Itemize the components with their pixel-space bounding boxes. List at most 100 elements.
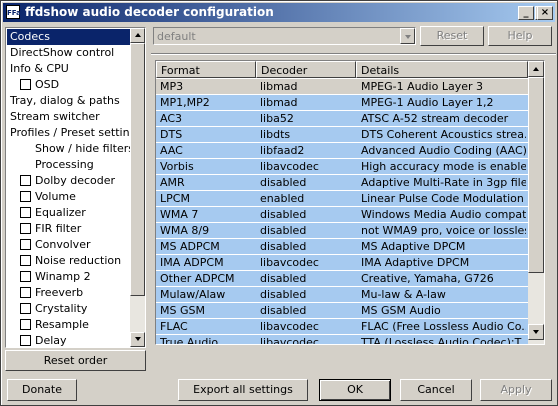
table-row[interactable]: FLAC libavcodec FLAC (Free Lossless Audio …: [156, 319, 528, 334]
table-row[interactable]: MP3 libmad MPEG-1 Audio Layer 3: [156, 79, 528, 94]
cell-format: IMA ADPCM: [160, 256, 224, 269]
scroll-thumb[interactable]: [528, 77, 544, 273]
sidebar-item-directshow-control[interactable]: DirectShow control: [10, 45, 114, 61]
codec-list[interactable]: Format Decoder Details MP3 libmad MPEG-1 A…: [155, 60, 545, 345]
sidebar-item-label: Codecs: [10, 30, 50, 43]
freeverb-checkbox[interactable]: [20, 287, 31, 298]
sidebar-item-equalizer[interactable]: Equalizer: [20, 205, 86, 221]
delay-checkbox[interactable]: [20, 335, 31, 346]
preset-reset-button[interactable]: Reset: [420, 26, 484, 46]
sidebar-item-label: DirectShow control: [10, 46, 115, 59]
sidebar-item-noise-reduction[interactable]: Noise reduction: [20, 253, 121, 269]
cell-decoder: libavcodec: [260, 336, 319, 345]
table-row[interactable]: MS ADPCM disabled MS Adaptive DPCM: [156, 239, 528, 254]
cell-details: FLAC (Free Lossless Audio Co...: [361, 320, 526, 333]
sidebar-item-codecs[interactable]: Codecs: [7, 29, 134, 45]
table-row[interactable]: IMA ADPCM libavcodec IMA Adaptive DPCM: [156, 255, 528, 270]
preset-select[interactable]: default: [153, 27, 416, 45]
sidebar-item-tray-dialog-paths[interactable]: Tray, dialog & paths: [10, 93, 120, 109]
sidebar-item-profiles-preset-settings[interactable]: Profiles / Preset settings: [10, 125, 142, 141]
sidebar-item-label: Freeverb: [35, 286, 84, 299]
cell-decoder: disabled: [260, 240, 307, 253]
app-icon: FFa: [6, 5, 21, 19]
scroll-up-button[interactable]: [528, 61, 544, 77]
noise-reduction-checkbox[interactable]: [20, 255, 31, 266]
table-row[interactable]: WMA 8/9 disabled not WMA9 pro, voice or lo…: [156, 223, 528, 238]
convolver-checkbox[interactable]: [20, 239, 31, 250]
sidebar-item-processing[interactable]: Processing: [35, 157, 94, 173]
scroll-down-button[interactable]: [528, 324, 544, 340]
apply-button[interactable]: Apply: [480, 379, 552, 401]
close-button[interactable]: ×: [537, 6, 553, 20]
arrow-up-icon: [533, 67, 539, 71]
volume-checkbox[interactable]: [20, 191, 31, 202]
table-row[interactable]: LPCM enabled Linear Pulse Code Modulation: [156, 191, 528, 206]
sidebar-item-info-cpu[interactable]: Info & CPU: [10, 61, 69, 77]
table-row[interactable]: Other ADPCM disabled Creative, Yamaha, G72…: [156, 271, 528, 286]
sidebar-item-dolby-decoder[interactable]: Dolby decoder: [20, 173, 115, 189]
sidebar-item-crystality[interactable]: Crystality: [20, 301, 87, 317]
cell-decoder: libmad: [260, 96, 298, 109]
table-row[interactable]: WMA 7 disabled Windows Media Audio compati…: [156, 207, 528, 222]
table-row[interactable]: MS GSM disabled MS GSM Audio: [156, 303, 528, 318]
scroll-down-button[interactable]: [130, 332, 145, 347]
cell-details: MS Adaptive DPCM: [361, 240, 466, 253]
cell-details: MS GSM Audio: [361, 304, 441, 317]
arrow-down-icon: [533, 330, 539, 334]
cell-format: AMR: [160, 176, 185, 189]
sidebar-item-freeverb[interactable]: Freeverb: [20, 285, 83, 301]
cancel-button[interactable]: Cancel: [400, 379, 472, 401]
table-row[interactable]: MP1,MP2 libmad MPEG-1 Audio Layer 1,2: [156, 95, 528, 110]
cell-format: True Audio: [160, 336, 219, 345]
dolby-decoder-checkbox[interactable]: [20, 175, 31, 186]
minimize-button[interactable]: _: [518, 6, 534, 20]
cell-format: WMA 8/9: [160, 224, 210, 237]
sidebar-item-winamp-2[interactable]: Winamp 2: [20, 269, 91, 285]
sidebar-item-label: Convolver: [35, 238, 91, 251]
cell-decoder: disabled: [260, 304, 307, 317]
sidebar-item-fir-filter[interactable]: FIR filter: [20, 221, 81, 237]
sidebar-item-osd[interactable]: OSD: [20, 77, 59, 93]
codec-list-scrollbar[interactable]: [528, 61, 544, 344]
osd-checkbox[interactable]: [20, 79, 31, 90]
sidebar-item-delay[interactable]: Delay: [20, 333, 67, 347]
column-header-format[interactable]: Format: [156, 61, 256, 78]
sidebar-item-show-hide-filters[interactable]: Show / hide filters: [35, 141, 134, 157]
cell-decoder: libmad: [260, 80, 298, 93]
scroll-up-button[interactable]: [130, 28, 145, 43]
table-row[interactable]: AMR disabled Adaptive Multi-Rate in 3gp fi…: [156, 175, 528, 190]
preset-dropdown-button[interactable]: [400, 28, 415, 44]
resample-checkbox[interactable]: [20, 319, 31, 330]
cell-details: ATSC A-52 stream decoder: [361, 112, 509, 125]
column-header-details[interactable]: Details: [356, 61, 528, 78]
winamp-2-checkbox[interactable]: [20, 271, 31, 282]
column-header-decoder[interactable]: Decoder: [256, 61, 356, 78]
arrow-down-icon: [135, 337, 141, 341]
cell-format: FLAC: [160, 320, 188, 333]
sidebar-item-label: Winamp 2: [35, 270, 91, 283]
ok-button[interactable]: OK: [319, 379, 391, 401]
export-all-settings-button[interactable]: Export all settings: [178, 379, 308, 401]
sidebar-item-label: Delay: [35, 334, 67, 347]
table-row[interactable]: AC3 liba52 ATSC A-52 stream decoder: [156, 111, 528, 126]
sidebar-tree[interactable]: Codecs DirectShow control Info & CPU OSD…: [5, 27, 146, 348]
cell-decoder: disabled: [260, 176, 307, 189]
donate-button[interactable]: Donate: [7, 379, 77, 401]
sidebar-scrollbar[interactable]: [130, 28, 145, 347]
scroll-thumb[interactable]: [130, 43, 145, 296]
sidebar-item-convolver[interactable]: Convolver: [20, 237, 90, 253]
table-row[interactable]: Mulaw/Alaw disabled Mu-law & A-law: [156, 287, 528, 302]
reset-order-button[interactable]: Reset order: [5, 350, 146, 371]
sidebar-item-volume[interactable]: Volume: [20, 189, 76, 205]
sidebar-item-stream-switcher[interactable]: Stream switcher: [10, 109, 100, 125]
help-button[interactable]: Help: [488, 26, 552, 46]
crystality-checkbox[interactable]: [20, 303, 31, 314]
equalizer-checkbox[interactable]: [20, 207, 31, 218]
table-row[interactable]: AAC libfaad2 Advanced Audio Coding (AAC): [156, 143, 528, 158]
table-row[interactable]: Vorbis libavcodec High accuracy mode is en…: [156, 159, 528, 174]
table-row[interactable]: True Audio libavcodec TTA (Lossless Audio …: [156, 335, 528, 345]
sidebar-item-resample[interactable]: Resample: [20, 317, 89, 333]
table-row[interactable]: DTS libdts DTS Coherent Acoustics strea...: [156, 127, 528, 142]
title-bar[interactable]: FFa ffdshow audio decoder configuration …: [3, 3, 555, 22]
fir-filter-checkbox[interactable]: [20, 223, 31, 234]
